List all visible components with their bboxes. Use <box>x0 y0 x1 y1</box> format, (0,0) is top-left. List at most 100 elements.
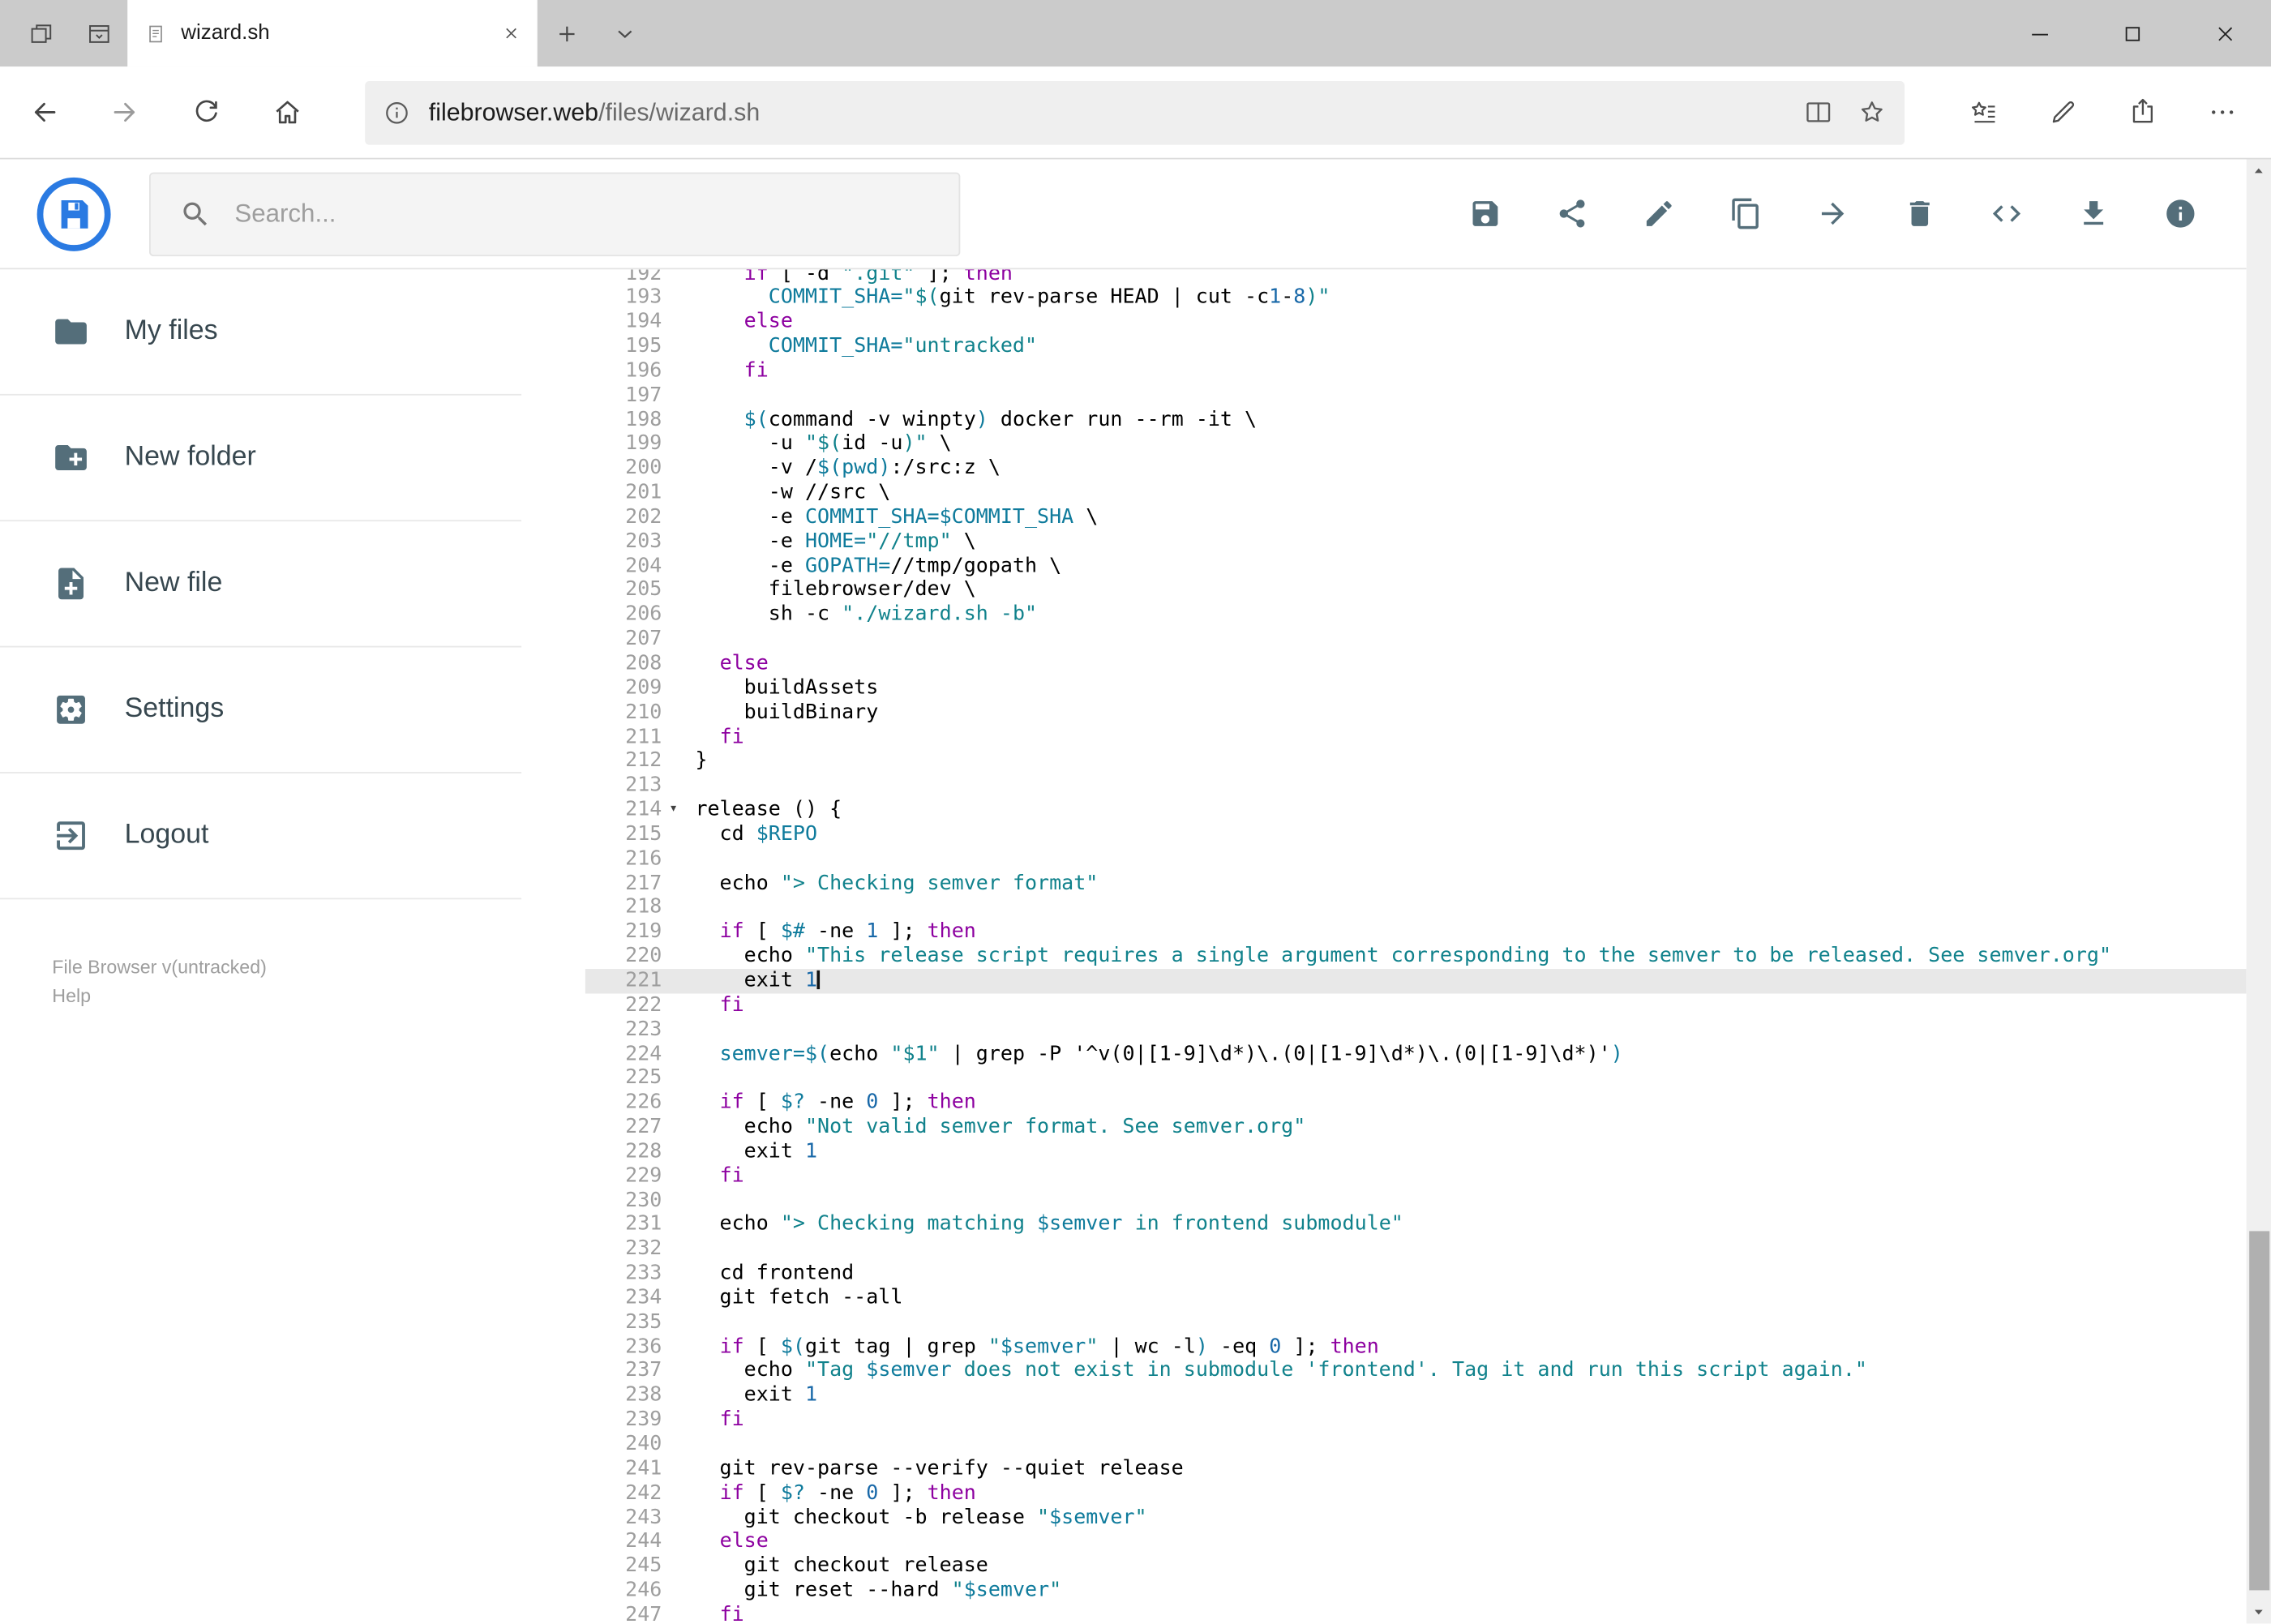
code-line-208[interactable]: 208 else <box>585 652 2247 676</box>
page-scrollbar[interactable] <box>2246 159 2271 1624</box>
code-line-221[interactable]: 221 exit 1 <box>585 969 2247 994</box>
annotate-button[interactable] <box>2024 66 2103 158</box>
share-button[interactable] <box>1542 185 1600 242</box>
code-line-210[interactable]: 210 buildBinary <box>585 701 2247 725</box>
site-info-icon[interactable] <box>383 98 412 127</box>
sidebar-item-my-files[interactable]: My files <box>0 269 522 396</box>
search-box[interactable] <box>148 171 961 256</box>
code-line-214[interactable]: 214 ▾ release () { <box>585 798 2247 822</box>
code-line-246[interactable]: 246 git reset --hard "$semver" <box>585 1579 2247 1603</box>
code-line-216[interactable]: 216 <box>585 847 2247 872</box>
code-line-215[interactable]: 215 cd $REPO <box>585 822 2247 846</box>
code-line-200[interactable]: 200 -v /$(pwd):/src:z \ <box>585 456 2247 481</box>
code-line-237[interactable]: 237 echo "Tag $semver does not exist in … <box>585 1359 2247 1383</box>
set-aside-tabs-button[interactable] <box>11 0 69 66</box>
code-line-242[interactable]: 242 if [ $? -ne 0 ]; then <box>585 1481 2247 1506</box>
code-line-196[interactable]: 196 fi <box>585 359 2247 384</box>
code-line-213[interactable]: 213 <box>585 773 2247 798</box>
code-line-231[interactable]: 231 echo "> Checking matching $semver in… <box>585 1213 2247 1237</box>
help-link[interactable]: Help <box>52 982 267 1011</box>
code-line-234[interactable]: 234 git fetch --all <box>585 1286 2247 1310</box>
share-page-button[interactable] <box>2103 66 2183 158</box>
more-menu-button[interactable] <box>2183 66 2262 158</box>
code-line-192[interactable]: 192 if [ -d ".git" ]; then <box>585 269 2247 285</box>
close-button[interactable] <box>2179 0 2271 66</box>
code-line-207[interactable]: 207 <box>585 628 2247 652</box>
delete-button[interactable] <box>1890 185 1947 242</box>
code-line-236[interactable]: 236 if [ $(git tag | grep "$semver" | wc… <box>585 1335 2247 1359</box>
download-button[interactable] <box>2064 185 2122 242</box>
code-line-222[interactable]: 222 fi <box>585 993 2247 1018</box>
code-line-227[interactable]: 227 echo "Not valid semver format. See s… <box>585 1116 2247 1140</box>
edit-button[interactable] <box>1630 185 1687 242</box>
code-line-202[interactable]: 202 -e COMMIT_SHA=$COMMIT_SHA \ <box>585 505 2247 529</box>
info-button[interactable] <box>2151 185 2209 242</box>
code-line-226[interactable]: 226 if [ $? -ne 0 ]; then <box>585 1091 2247 1115</box>
move-button[interactable] <box>1803 185 1861 242</box>
sidebar-item-settings[interactable]: Settings <box>0 647 522 773</box>
search-input[interactable] <box>231 196 945 231</box>
back-button[interactable] <box>3 66 84 158</box>
code-editor[interactable]: 192 if [ -d ".git" ]; then 193 COMMIT_SHA… <box>585 269 2247 1624</box>
code-line-243[interactable]: 243 git checkout -b release "$semver" <box>585 1506 2247 1530</box>
code-line-233[interactable]: 233 cd frontend <box>585 1262 2247 1286</box>
save-button[interactable] <box>1455 185 1513 242</box>
reading-view-icon[interactable] <box>1803 97 1834 128</box>
code-line-205[interactable]: 205 filebrowser/dev \ <box>585 579 2247 603</box>
code-line-194[interactable]: 194 else <box>585 311 2247 335</box>
filebrowser-logo[interactable] <box>36 176 112 251</box>
scroll-up-button[interactable] <box>2247 159 2271 183</box>
tab-close-icon[interactable] <box>501 24 521 44</box>
refresh-button[interactable] <box>165 66 246 158</box>
tab-wizard-sh[interactable]: wizard.sh <box>127 0 538 67</box>
code-line-235[interactable]: 235 <box>585 1310 2247 1335</box>
code-line-193[interactable]: 193 COMMIT_SHA="$(git rev-parse HEAD | c… <box>585 286 2247 311</box>
code-line-245[interactable]: 245 git checkout release <box>585 1554 2247 1579</box>
add-favorite-star-icon[interactable] <box>1857 97 1888 128</box>
code-line-232[interactable]: 232 <box>585 1237 2247 1262</box>
code-line-230[interactable]: 230 <box>585 1189 2247 1213</box>
code-line-244[interactable]: 244 else <box>585 1530 2247 1554</box>
code-line-219[interactable]: 219 if [ $# -ne 1 ]; then <box>585 920 2247 945</box>
scroll-down-button[interactable] <box>2247 1600 2271 1624</box>
sidebar-item-new-folder[interactable]: New folder <box>0 396 522 522</box>
code-line-195[interactable]: 195 COMMIT_SHA="untracked" <box>585 335 2247 359</box>
sidebar-item-logout[interactable]: Logout <box>0 773 522 900</box>
new-tab-button[interactable] <box>538 0 595 66</box>
copy-button[interactable] <box>1716 185 1774 242</box>
code-line-217[interactable]: 217 echo "> Checking semver format" <box>585 872 2247 896</box>
code-line-224[interactable]: 224 semver=$(echo "$1" | grep -P '^v(0|[… <box>585 1042 2247 1066</box>
code-line-201[interactable]: 201 -w //src \ <box>585 481 2247 505</box>
code-line-228[interactable]: 228 exit 1 <box>585 1140 2247 1164</box>
code-line-241[interactable]: 241 git rev-parse --verify --quiet relea… <box>585 1457 2247 1481</box>
code-line-211[interactable]: 211 fi <box>585 725 2247 749</box>
code-line-203[interactable]: 203 -e HOME="//tmp" \ <box>585 529 2247 554</box>
code-line-247[interactable]: 247 fi <box>585 1603 2247 1624</box>
code-line-212[interactable]: 212} <box>585 749 2247 773</box>
code-line-206[interactable]: 206 sh -c "./wizard.sh -b" <box>585 603 2247 628</box>
code-line-220[interactable]: 220 echo "This release script requires a… <box>585 945 2247 969</box>
hub-favorites-button[interactable] <box>1943 66 2023 158</box>
code-line-204[interactable]: 204 -e GOPATH=//tmp/gopath \ <box>585 555 2247 579</box>
minimize-button[interactable] <box>1993 0 2085 66</box>
code-line-229[interactable]: 229 fi <box>585 1164 2247 1189</box>
code-line-240[interactable]: 240 <box>585 1433 2247 1457</box>
tab-preview-chevron-button[interactable] <box>595 0 653 66</box>
code-line-199[interactable]: 199 -u "$(id -u)" \ <box>585 432 2247 456</box>
fold-arrow-icon[interactable]: ▾ <box>669 798 678 822</box>
home-button[interactable] <box>246 66 328 158</box>
tab-preview-button[interactable] <box>70 0 127 66</box>
maximize-button[interactable] <box>2085 0 2178 66</box>
forward-button[interactable] <box>84 66 165 158</box>
code-line-223[interactable]: 223 <box>585 1018 2247 1042</box>
scrollbar-thumb[interactable] <box>2248 1231 2269 1591</box>
sidebar-item-new-file[interactable]: New file <box>0 521 522 648</box>
code-line-209[interactable]: 209 buildAssets <box>585 676 2247 701</box>
code-line-225[interactable]: 225 <box>585 1066 2247 1091</box>
code-line-197[interactable]: 197 <box>585 384 2247 408</box>
code-line-238[interactable]: 238 exit 1 <box>585 1384 2247 1408</box>
code-line-218[interactable]: 218 <box>585 896 2247 920</box>
code-line-198[interactable]: 198 $(command -v winpty) docker run --rm… <box>585 408 2247 432</box>
address-bar[interactable]: filebrowser.web/files/wizard.sh <box>365 80 1905 144</box>
code-view-button[interactable] <box>1977 185 2034 242</box>
